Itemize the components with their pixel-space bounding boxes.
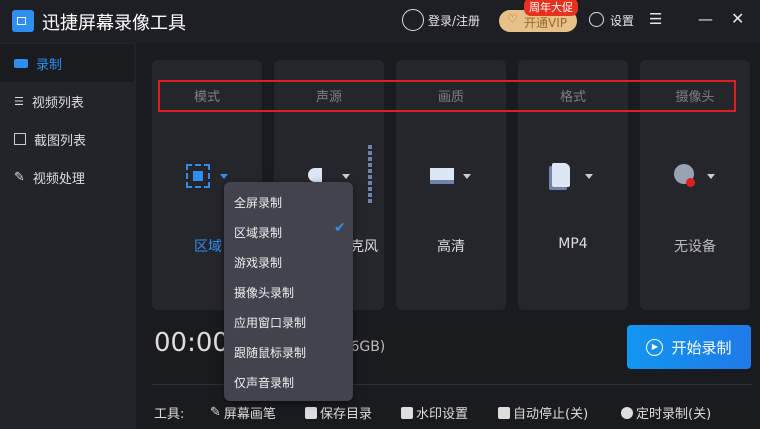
play-icon: ▶	[646, 338, 664, 356]
webcam-off-icon	[674, 164, 695, 187]
dropdown-item[interactable]: 游戏录制	[234, 254, 282, 271]
tools-label: 工具:	[154, 407, 185, 422]
sidebar-item-label: 视频列表	[31, 95, 84, 111]
pen-icon: ✎	[210, 405, 221, 420]
timer: 00:00	[154, 328, 229, 358]
auto-stop-tool[interactable]: 自动停止(关)	[498, 403, 588, 422]
start-record-button[interactable]: ▶ 开始录制	[627, 325, 751, 369]
login-link[interactable]: 登录/注册	[428, 12, 480, 29]
clock-icon	[621, 406, 633, 419]
tool-label: 定时录制(关)	[636, 407, 712, 422]
promo-badge: 周年大促	[524, 0, 578, 16]
sidebar-item-label: 截图列表	[34, 133, 87, 149]
tools-icon: ✎	[14, 169, 25, 185]
app-logo-icon	[12, 10, 34, 32]
card-value: MP4	[558, 236, 588, 252]
start-label: 开始录制	[671, 338, 732, 357]
folder-icon	[305, 406, 317, 419]
watermark-icon	[401, 406, 413, 419]
chevron-down-icon[interactable]	[707, 174, 715, 179]
dropdown-item[interactable]: 跟随鼠标录制	[234, 344, 306, 361]
screenshot-icon	[14, 133, 26, 145]
title-bar: 迅捷屏幕录像工具 登录/注册 ♡ 开通VIP 周年大促 设置 ☰ — ✕	[0, 0, 760, 43]
sidebar-item-record[interactable]: 录制	[0, 44, 134, 82]
screen-pen-tool[interactable]: ✎ 屏幕画笔	[210, 403, 276, 422]
monitor-icon	[430, 168, 454, 184]
diamond-icon: ♡	[507, 12, 518, 26]
sidebar-item-video-list[interactable]: ☰ 视频列表	[0, 82, 134, 120]
tool-label: 屏幕画笔	[223, 407, 276, 422]
highlight-box	[158, 80, 736, 112]
sidebar-item-screenshot-list[interactable]: 截图列表	[0, 120, 134, 158]
minimize-icon[interactable]: —	[698, 10, 713, 28]
menu-icon[interactable]: ☰	[649, 10, 662, 28]
watermark-tool[interactable]: 水印设置	[401, 403, 468, 422]
chevron-down-icon[interactable]	[585, 174, 593, 179]
user-icon[interactable]	[402, 9, 424, 31]
card-value: 高清	[437, 239, 465, 255]
dropdown-item[interactable]: 摄像头录制	[234, 284, 294, 301]
dropdown-item[interactable]: 全屏录制	[234, 194, 282, 211]
card-value: 无设备	[674, 239, 716, 255]
sidebar-item-label: 视频处理	[32, 171, 85, 187]
settings-link[interactable]: 设置	[610, 12, 634, 29]
volume-meter	[368, 145, 372, 203]
video-list-icon: ☰	[14, 94, 24, 108]
app-title: 迅捷屏幕录像工具	[42, 13, 186, 34]
mode-dropdown: 全屏录制 区域录制 ✔ 游戏录制 摄像头录制 应用窗口录制 跟随鼠标录制 仅声音…	[224, 182, 353, 401]
file-icon	[552, 163, 570, 187]
sidebar: 录制 ☰ 视频列表 截图列表 ✎ 视频处理	[0, 43, 136, 429]
region-icon	[186, 164, 210, 188]
vip-label: 开通VIP	[524, 16, 567, 30]
sidebar-item-label: 录制	[36, 57, 63, 73]
chevron-down-icon[interactable]	[342, 174, 350, 179]
tool-label: 保存目录	[320, 407, 373, 422]
dropdown-item[interactable]: 仅声音录制	[234, 374, 294, 391]
tool-label: 水印设置	[416, 407, 469, 422]
tool-label: 自动停止(关)	[513, 407, 589, 422]
pause-icon	[498, 406, 510, 419]
dropdown-item-selected[interactable]: 区域录制	[234, 224, 282, 241]
scheduled-record-tool[interactable]: 定时录制(关)	[621, 403, 711, 422]
camera-icon	[14, 58, 28, 68]
speaker-icon	[308, 168, 322, 182]
close-icon[interactable]: ✕	[731, 9, 744, 28]
sidebar-item-video-processing[interactable]: ✎ 视频处理	[0, 158, 134, 196]
checkmark-icon: ✔	[334, 220, 346, 236]
chevron-down-icon[interactable]	[463, 174, 471, 179]
dropdown-item[interactable]: 应用窗口录制	[234, 314, 306, 331]
chevron-down-icon[interactable]	[220, 174, 228, 179]
save-dir-tool[interactable]: 保存目录	[305, 403, 372, 422]
settings-icon[interactable]	[589, 12, 604, 27]
